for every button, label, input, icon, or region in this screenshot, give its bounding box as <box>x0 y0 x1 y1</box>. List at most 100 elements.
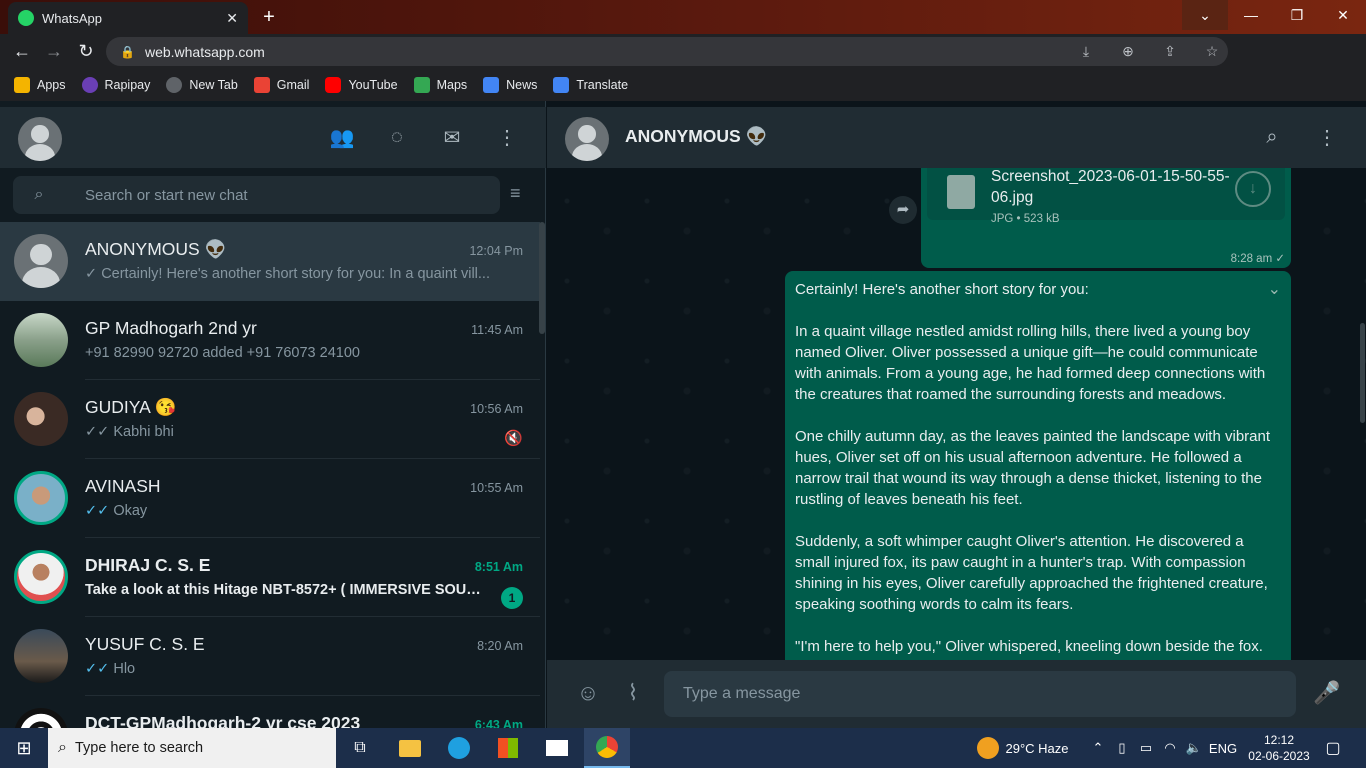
chevron-up-icon[interactable]: ⌃ <box>1088 728 1108 768</box>
bookmark-youtube[interactable]: YouTube <box>325 77 398 93</box>
weather-widget[interactable]: 29°C Haze <box>968 728 1078 768</box>
bookmark-new-tab[interactable]: New Tab <box>166 77 238 93</box>
zoom-icon[interactable]: ⊕ <box>1112 43 1144 60</box>
bookmark-news[interactable]: News <box>483 77 537 93</box>
bookmark-star-icon[interactable]: ☆ <box>1196 43 1228 60</box>
emoji-icon[interactable]: ☺ <box>573 680 603 706</box>
language-indicator[interactable]: ENG <box>1208 728 1238 768</box>
install-icon[interactable]: ⤓ <box>1070 43 1102 60</box>
avatar <box>14 234 68 288</box>
battery-icon[interactable]: ▭ <box>1136 728 1156 768</box>
chat-preview-text: Kabhi bhi <box>113 424 174 440</box>
gmail-icon <box>253 77 270 93</box>
chat-time: 8:20 Am <box>477 639 523 653</box>
back-icon[interactable]: ← <box>6 36 38 68</box>
search-input[interactable] <box>85 186 500 204</box>
attach-icon[interactable]: ⌇ <box>618 680 648 706</box>
device-icon[interactable]: ▯ <box>1112 728 1132 768</box>
new-chat-icon[interactable]: ✉ <box>438 123 466 151</box>
community-icon[interactable]: 👥 <box>328 123 356 151</box>
notifications-icon[interactable]: ▢ <box>1318 728 1348 768</box>
bookmark-label: Maps <box>436 78 468 92</box>
search-icon[interactable]: ⌕ <box>1258 123 1286 151</box>
read-tick-icon: ✓✓ <box>85 503 110 519</box>
my-avatar[interactable] <box>18 117 62 161</box>
forward-icon[interactable]: → <box>38 36 70 68</box>
chat-list: ANONYMOUS 👽 12:04 Pm ✓ Certainly! Here's… <box>0 222 540 728</box>
new-tab-button[interactable]: + <box>256 6 282 28</box>
chat-item-gp-madhogarh[interactable]: GP Madhogarh 2nd yr 11:45 Am +91 82990 9… <box>0 301 540 380</box>
conversation-header[interactable]: ANONYMOUS 👽 ⌕ ⋮ <box>547 107 1366 168</box>
edge-icon[interactable] <box>441 728 477 768</box>
mic-icon[interactable]: 🎤 <box>1312 680 1342 706</box>
chat-search-bar[interactable]: ⌕ <box>13 176 500 214</box>
tab-strip: WhatsApp ✕ + ⌄ — ❐ ✕ <box>0 0 1366 34</box>
taskbar-search[interactable]: ⌕ Type here to search <box>48 728 336 768</box>
minimize-button[interactable]: — <box>1228 0 1274 30</box>
chat-item-avinash[interactable]: AVINASH 10:55 Am ✓✓ Okay <box>0 459 540 538</box>
read-tick-icon: ✓✓ <box>85 661 110 677</box>
rapipay-icon <box>81 77 98 93</box>
download-icon[interactable]: ↓ <box>1235 171 1271 207</box>
wifi-icon[interactable]: ◠ <box>1160 728 1180 768</box>
share-icon[interactable]: ⇪ <box>1154 43 1186 60</box>
forward-icon[interactable]: ➦ <box>889 196 917 224</box>
bookmark-gmail[interactable]: Gmail <box>253 77 309 93</box>
volume-icon[interactable]: 🔈 <box>1184 728 1204 768</box>
chat-preview: ✓✓ Hlo <box>85 661 515 677</box>
bookmark-apps[interactable]: Apps <box>14 77 66 93</box>
menu-icon[interactable]: ⋮ <box>1313 123 1341 151</box>
maps-icon <box>413 77 430 93</box>
restore-button[interactable]: ❐ <box>1274 0 1320 30</box>
bookmark-translate[interactable]: Translate <box>553 77 628 93</box>
message-input[interactable] <box>683 685 1296 703</box>
store-icon[interactable] <box>490 728 526 768</box>
chat-item-dct-group[interactable]: DCT-GPMadhogarh-2 yr cse 2023 6:43 Am <box>0 696 540 728</box>
contact-avatar[interactable] <box>565 117 609 161</box>
unread-badge: 1 <box>501 587 523 609</box>
document-filename: Screenshot_2023-06-01-15-50-55-06.jpg <box>991 168 1230 206</box>
close-window-button[interactable]: ✕ <box>1320 0 1366 30</box>
chrome-taskbar-icon[interactable] <box>584 728 630 768</box>
filter-icon[interactable]: ≡ <box>510 183 521 204</box>
bookmark-label: New Tab <box>189 78 238 92</box>
sun-haze-icon <box>977 737 1000 759</box>
address-bar[interactable]: 🔒 web.whatsapp.com ⤓ ⊕ ⇪ ☆ <box>106 37 1228 66</box>
chat-list-scrollbar[interactable] <box>539 222 545 334</box>
mail-icon[interactable] <box>539 728 575 768</box>
status-icon[interactable]: ◌ <box>383 123 411 151</box>
reload-icon[interactable]: ↻ <box>70 36 102 68</box>
chat-name: DHIRAJ C. S. E <box>85 555 211 575</box>
search-icon: ⌕ <box>58 739 67 756</box>
apps-grid-icon <box>14 77 30 93</box>
bookmark-maps[interactable]: Maps <box>413 77 468 93</box>
whatsapp-app: 👥 ◌ ✉ ⋮ ⌕ ≡ ANONYMOUS 👽 12:04 Pm ✓ Certa… <box>0 101 1366 728</box>
text-message[interactable]: ⌄ Certainly! Here's another short story … <box>785 271 1291 660</box>
chat-preview: ✓ Certainly! Here's another short story … <box>85 266 515 282</box>
document-message[interactable]: Screenshot_2023-06-01-15-50-55-06.jpg JP… <box>921 168 1291 268</box>
chat-preview: +91 82990 92720 added +91 76073 24100 <box>85 345 360 361</box>
menu-icon[interactable]: ⋮ <box>493 123 521 151</box>
chat-item-yusuf[interactable]: YUSUF C. S. E 8:20 Am ✓✓ Hlo <box>0 617 540 696</box>
chat-item-gudiya[interactable]: GUDIYA 😘 10:56 Am ✓✓ Kabhi bhi 🔇 <box>0 380 540 459</box>
chat-preview: ✓✓ Okay <box>85 503 515 519</box>
message-paragraph: Certainly! Here's another short story fo… <box>795 281 1089 298</box>
message-scrollbar[interactable] <box>1360 323 1365 423</box>
clock[interactable]: 12:12 02-06-2023 <box>1244 728 1314 768</box>
task-view-icon[interactable]: ⧉ <box>342 728 378 768</box>
chat-time: 11:45 Am <box>471 323 523 337</box>
chevron-down-icon[interactable]: ⌄ <box>1268 279 1281 299</box>
chat-item-dhiraj[interactable]: DHIRAJ C. S. E 8:51 Am Take a look at th… <box>0 538 540 617</box>
search-icon: ⌕ <box>34 186 44 203</box>
bookmark-label: Translate <box>576 78 629 92</box>
message-input-box[interactable] <box>664 671 1296 717</box>
windows-start-icon[interactable]: ⊞ <box>0 728 48 768</box>
weather-text: 29°C Haze <box>1005 740 1069 756</box>
chat-item-anonymous[interactable]: ANONYMOUS 👽 12:04 Pm ✓ Certainly! Here's… <box>0 222 540 301</box>
close-tab-icon[interactable]: ✕ <box>226 10 238 27</box>
bookmark-rapipay[interactable]: Rapipay <box>81 77 150 93</box>
tab-search-button[interactable]: ⌄ <box>1182 0 1228 30</box>
bookmark-label: YouTube <box>348 78 398 92</box>
file-explorer-icon[interactable] <box>392 728 428 768</box>
tab-whatsapp[interactable]: WhatsApp ✕ <box>8 2 248 34</box>
